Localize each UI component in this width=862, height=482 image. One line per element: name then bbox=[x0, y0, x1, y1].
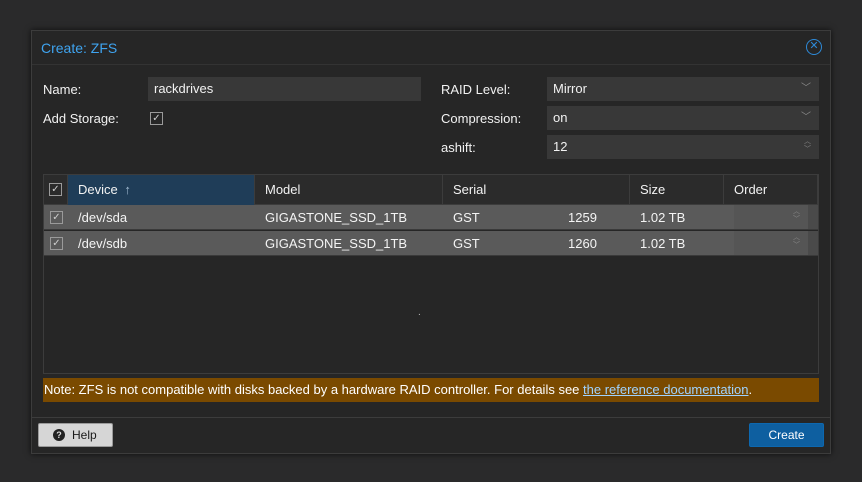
column-header-model[interactable]: Model bbox=[255, 175, 443, 205]
ashift-label: ashift: bbox=[441, 140, 476, 155]
ashift-value: 12 bbox=[553, 139, 568, 154]
column-header-device[interactable]: Device ↑ bbox=[68, 175, 255, 205]
grid-header: ✓ Device ↑ Model Serial Size Order bbox=[44, 175, 818, 205]
reference-doc-link[interactable]: the reference documentation bbox=[583, 382, 749, 397]
serial-suffix-cell: 1259 bbox=[568, 210, 597, 225]
serial-suffix-cell: 1260 bbox=[568, 236, 597, 251]
sort-asc-icon: ↑ bbox=[124, 182, 131, 197]
order-spinner[interactable]: ︿ ﹀ bbox=[734, 231, 808, 255]
raid-level-label: RAID Level: bbox=[441, 82, 511, 97]
device-cell: /dev/sdb bbox=[78, 236, 128, 251]
row-checkbox[interactable]: ✓ bbox=[50, 211, 63, 224]
spinner-icon[interactable]: ︿ ﹀ bbox=[792, 208, 801, 226]
dialog-title: Create: ZFS bbox=[41, 40, 118, 56]
serial-prefix-cell: GST bbox=[453, 210, 480, 225]
table-row[interactable]: ✓ /dev/sda GIGASTONE_SSD_1TB GST 1259 1.… bbox=[44, 205, 818, 230]
empty-marker: . bbox=[418, 307, 421, 318]
device-cell: /dev/sda bbox=[78, 210, 128, 225]
size-cell: 1.02 TB bbox=[640, 236, 686, 251]
compression-label: Compression: bbox=[441, 111, 522, 126]
add-storage-checkbox[interactable]: ✓ bbox=[150, 112, 163, 125]
raid-level-value: Mirror bbox=[553, 81, 587, 96]
dialog-footer: ? Help Create bbox=[32, 417, 830, 453]
spinner-icon[interactable]: ︿ ﹀ bbox=[792, 234, 801, 252]
row-checkbox[interactable]: ✓ bbox=[50, 237, 63, 250]
row-scrollbar[interactable] bbox=[808, 205, 818, 229]
select-all-checkbox[interactable]: ✓ bbox=[49, 183, 62, 196]
close-icon[interactable]: ✕ bbox=[806, 39, 822, 55]
name-input[interactable]: rackdrives bbox=[148, 77, 421, 101]
create-zfs-dialog: Create: ZFS ✕ Name: rackdrives Add Stora… bbox=[31, 30, 831, 454]
size-cell: 1.02 TB bbox=[640, 210, 686, 225]
device-grid: ✓ Device ↑ Model Serial Size Order ✓ /de… bbox=[43, 174, 819, 374]
order-spinner[interactable]: ︿ ﹀ bbox=[734, 205, 808, 229]
row-scrollbar[interactable] bbox=[808, 231, 818, 255]
help-label: Help bbox=[72, 428, 97, 442]
chevron-down-icon[interactable]: ﹀ bbox=[801, 106, 811, 130]
create-button[interactable]: Create bbox=[749, 423, 824, 447]
spinner-icon[interactable]: ︿ ﹀ bbox=[803, 138, 812, 156]
column-header-serial[interactable]: Serial bbox=[443, 175, 630, 205]
model-cell: GIGASTONE_SSD_1TB bbox=[265, 236, 408, 251]
raid-level-select[interactable]: Mirror ﹀ bbox=[547, 77, 819, 101]
note-text: Note: ZFS is not compatible with disks b… bbox=[44, 382, 584, 397]
column-label-device: Device bbox=[78, 182, 118, 197]
table-row[interactable]: ✓ /dev/sdb GIGASTONE_SSD_1TB GST 1260 1.… bbox=[44, 231, 818, 256]
column-header-size[interactable]: Size bbox=[630, 175, 724, 205]
chevron-down-icon[interactable]: ﹀ bbox=[801, 77, 811, 101]
dialog-titlebar[interactable]: Create: ZFS ✕ bbox=[32, 31, 830, 65]
zfs-raid-note: Note: ZFS is not compatible with disks b… bbox=[43, 378, 819, 402]
name-label: Name: bbox=[43, 82, 82, 97]
select-all-cell: ✓ bbox=[44, 175, 68, 205]
add-storage-label: Add Storage: bbox=[43, 111, 119, 126]
question-circle-icon: ? bbox=[53, 429, 65, 441]
compression-select[interactable]: on ﹀ bbox=[547, 106, 819, 130]
column-header-order[interactable]: Order bbox=[724, 175, 818, 205]
ashift-spinner[interactable]: 12 ︿ ﹀ bbox=[547, 135, 819, 159]
help-button[interactable]: ? Help bbox=[38, 423, 113, 447]
compression-value: on bbox=[553, 110, 568, 125]
note-suffix: . bbox=[748, 382, 753, 397]
serial-prefix-cell: GST bbox=[453, 236, 480, 251]
model-cell: GIGASTONE_SSD_1TB bbox=[265, 210, 408, 225]
